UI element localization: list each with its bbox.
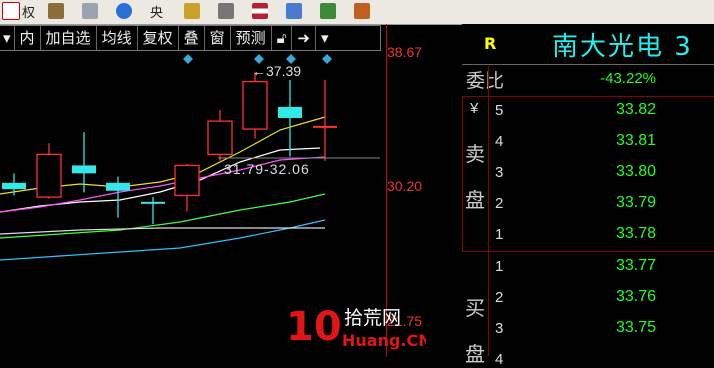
high-annotation: ←37.39 <box>252 63 301 79</box>
candle-body <box>313 125 337 128</box>
sell-price-5[interactable]: 33.82 <box>616 101 656 119</box>
quote-panel: R 南大光电 3 委比 -43.22% ¥ 卖 盘 5 33.82 4 33.81 3 3… <box>462 24 714 368</box>
sell-level-5: 5 <box>495 102 504 119</box>
add-watchlist-button[interactable]: 加自选 <box>41 26 97 50</box>
forecast-button[interactable]: 预测 <box>231 26 272 50</box>
main-toolbar: 权 央 <box>0 0 714 25</box>
candle-body <box>174 164 200 197</box>
buy-level-3: 3 <box>495 320 504 337</box>
candle-body <box>106 182 130 191</box>
overlay-button[interactable]: 叠 <box>179 26 205 50</box>
r-badge: R <box>484 34 497 53</box>
sell-price-3[interactable]: 33.80 <box>616 163 656 181</box>
news-icon <box>82 3 98 19</box>
toolbar-rights-button[interactable]: 权 <box>2 0 35 22</box>
ma60-line <box>0 219 326 261</box>
pin-icon[interactable]: ➜ <box>292 26 316 50</box>
sell-price-1[interactable]: 33.78 <box>616 225 656 243</box>
buy-price-3[interactable]: 33.75 <box>616 319 656 337</box>
sell-level-2: 2 <box>495 195 504 212</box>
sell-currency-label: ¥ <box>470 100 479 117</box>
buy-level-2: 2 <box>495 289 504 306</box>
stock-title: 南大光电 3 <box>552 32 693 62</box>
axis-label-top: 38.67 <box>387 44 423 60</box>
buy-label-1: 买 <box>465 296 485 320</box>
sell-price-2[interactable]: 33.79 <box>616 194 656 212</box>
buy-price-1[interactable]: 33.77 <box>616 257 656 275</box>
tab-inner[interactable]: 内 <box>15 26 41 50</box>
chart-toolbar: ▾ 内 加自选 均线 复权 叠 窗 预测 🔓︎ ➜ ▾ <box>0 25 381 51</box>
quote-header: R 南大光电 3 <box>462 24 714 64</box>
buy-level-1: 1 <box>495 258 504 275</box>
toolbar-chart-button[interactable] <box>320 0 338 22</box>
toolbar-book-button[interactable] <box>48 0 66 22</box>
toolbar-disc-button[interactable] <box>116 0 134 22</box>
candle-body <box>36 153 62 198</box>
window-button[interactable]: 窗 <box>205 26 231 50</box>
candle-body <box>278 106 302 118</box>
adjust-rights-button[interactable]: 复权 <box>138 26 179 50</box>
edit-icon <box>286 3 302 19</box>
book-icon <box>48 3 64 19</box>
watermark-number: 10 <box>286 304 342 350</box>
site-watermark: 10 拾荒网 Huang.CN <box>286 300 432 357</box>
watermark-chinese: 拾荒网 <box>344 307 401 329</box>
hk-icon <box>218 3 234 19</box>
toolbar-edit-button[interactable] <box>286 0 304 22</box>
toolbar-central-label: 央 <box>150 5 164 21</box>
buy-price-2[interactable]: 33.76 <box>616 288 656 306</box>
toolbar-money-button[interactable] <box>184 0 202 22</box>
weibi-value: -43.22% <box>600 70 656 87</box>
moving-average-button[interactable]: 均线 <box>97 26 138 50</box>
weibi-label: 委比 <box>466 70 505 92</box>
sell-price-4[interactable]: 33.81 <box>616 132 656 150</box>
candle-body <box>2 182 26 190</box>
candle-body <box>207 120 233 156</box>
candle-body <box>72 165 96 174</box>
lock-icon[interactable]: 🔓︎ <box>272 26 293 50</box>
sell-level-3: 3 <box>495 164 504 181</box>
home-icon <box>354 3 370 19</box>
sell-level-1: 1 <box>495 226 504 243</box>
disc-icon <box>116 3 132 19</box>
toolbar-central-button[interactable]: 央 <box>150 0 163 22</box>
toolbar-us-button[interactable] <box>252 0 270 22</box>
buy-label-2: 盘 <box>465 342 485 366</box>
sell-label-2: 盘 <box>465 188 485 212</box>
toolbar-news-button[interactable] <box>82 0 100 22</box>
money-icon <box>184 3 200 19</box>
weibi-row: 委比 -43.22% <box>462 66 714 94</box>
chart-toolbar-dropdown-left[interactable]: ▾ <box>0 26 15 50</box>
toolbar-hk-button[interactable] <box>218 0 236 22</box>
us-flag-icon <box>252 3 268 19</box>
watermark-site: Huang.CN <box>342 331 426 350</box>
candle-body <box>141 201 165 204</box>
axis-label-mid: 30.20 <box>387 178 423 194</box>
candlestick-series <box>2 72 337 224</box>
toolbar-rights-label: 权 <box>22 5 36 21</box>
toolbar-home-button[interactable] <box>354 0 372 22</box>
chart-icon <box>320 3 336 19</box>
dropdown-icon[interactable]: ▾ <box>316 26 334 50</box>
rights-icon <box>2 2 20 20</box>
low-annotation: 31.79-32.06 <box>224 161 310 177</box>
sell-level-4: 4 <box>495 133 504 150</box>
sell-label-1: 卖 <box>465 142 485 166</box>
buy-level-4: 4 <box>495 351 504 368</box>
candle-body <box>242 80 268 130</box>
